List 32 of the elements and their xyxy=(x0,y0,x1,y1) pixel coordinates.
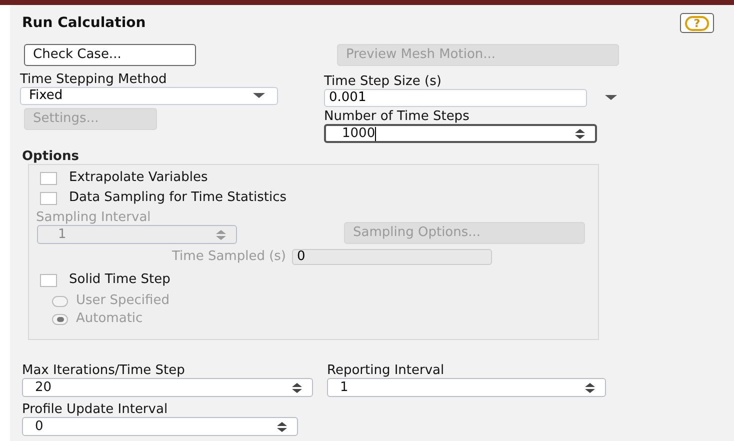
checkbox-label: Data Sampling for Time Statistics xyxy=(69,189,287,208)
spinner-arrows-icon[interactable] xyxy=(573,128,587,140)
number-spinner-field[interactable]: 1 xyxy=(327,378,606,397)
action-button[interactable]: Check Case... xyxy=(24,44,196,66)
spinner-arrows-icon[interactable] xyxy=(275,420,289,432)
checkbox[interactable] xyxy=(40,172,57,184)
number-spinner-field[interactable]: 0 xyxy=(22,417,298,436)
section-title: Options xyxy=(22,148,80,164)
spinner-arrows-icon[interactable] xyxy=(583,382,597,394)
checkbox[interactable] xyxy=(40,274,57,286)
field-label: Reporting Interval xyxy=(327,362,446,378)
field-label: Sampling Interval xyxy=(36,209,152,224)
caret-icon xyxy=(253,93,265,99)
field-label: Profile Update Interval xyxy=(22,401,169,417)
radio-label: User Specified xyxy=(76,292,170,310)
checkbox[interactable] xyxy=(40,192,57,204)
checkbox-label: Solid Time Step xyxy=(69,271,170,290)
checkbox-label: Extrapolate Variables xyxy=(69,169,208,188)
dropdown[interactable]: Fixed xyxy=(20,87,278,105)
field-label: Max Iterations/Time Step xyxy=(22,362,186,378)
caret-icon[interactable] xyxy=(605,95,617,101)
field-label: Time Sampled (s) xyxy=(172,248,286,266)
number-spinner-field[interactable]: 20 xyxy=(22,378,313,397)
input-field[interactable]: 0.001 xyxy=(324,89,587,107)
spinner-arrows-icon[interactable] xyxy=(290,382,304,394)
field-label: Time Stepping Method xyxy=(20,71,168,87)
field-label: Number of Time Steps xyxy=(324,108,470,124)
panel-title: Run Calculation xyxy=(22,14,146,32)
number-spinner-field[interactable]: 1000 xyxy=(324,124,597,143)
text-cursor xyxy=(375,126,376,140)
radio-label: Automatic xyxy=(76,310,143,328)
field-label: Time Step Size (s) xyxy=(324,73,442,89)
